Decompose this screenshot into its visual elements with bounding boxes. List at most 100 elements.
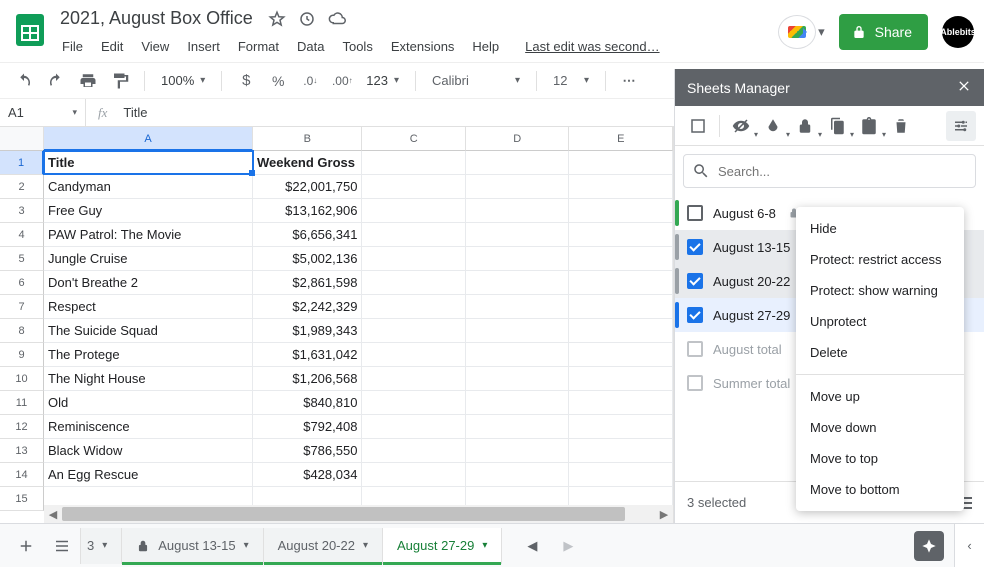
cell[interactable] [362,223,466,247]
cell[interactable] [569,367,673,391]
select-all-button[interactable] [683,111,713,141]
search-input[interactable] [718,164,967,179]
number-format-select[interactable]: 123▾ [360,69,405,93]
currency-button[interactable]: $ [232,67,260,95]
cell[interactable]: Don't Breathe 2 [44,271,253,295]
row-header[interactable]: 13 [0,439,44,463]
cell[interactable]: The Night House [44,367,253,391]
cell[interactable] [466,247,570,271]
row-header[interactable]: 10 [0,367,44,391]
row-header[interactable]: 15 [0,487,44,511]
column-header[interactable]: B [253,127,362,151]
settings-button[interactable] [946,111,976,141]
cell[interactable]: $1,206,568 [253,367,362,391]
search-field[interactable] [683,154,976,188]
cell[interactable] [569,271,673,295]
font-size-select[interactable]: 12▾ [547,69,595,93]
cell[interactable] [569,439,673,463]
row-header[interactable]: 7 [0,295,44,319]
checkbox[interactable] [687,375,703,391]
row-header[interactable]: 2 [0,175,44,199]
row-header[interactable]: 1 [0,151,44,175]
cell[interactable]: Title [44,151,253,175]
context-menu-item[interactable]: Delete [796,337,964,368]
column-header[interactable]: D [466,127,570,151]
cell[interactable]: Candyman [44,175,253,199]
all-sheets-button[interactable] [44,528,80,564]
column-header[interactable]: C [362,127,466,151]
cell[interactable]: PAW Patrol: The Movie [44,223,253,247]
cell[interactable]: $428,034 [253,463,362,487]
checkbox[interactable] [687,307,703,323]
cell[interactable] [569,343,673,367]
context-menu-item[interactable]: Unprotect [796,306,964,337]
cell[interactable]: $22,001,750 [253,175,362,199]
cloud-status-icon[interactable] [328,10,346,31]
cell[interactable]: Weekend Gross [253,151,362,175]
cell[interactable]: Jungle Cruise [44,247,253,271]
cell[interactable] [466,223,570,247]
last-edit-link[interactable]: Last edit was second… [517,35,667,58]
close-panel-button[interactable] [956,78,972,97]
undo-button[interactable] [10,67,38,95]
cell[interactable]: Respect [44,295,253,319]
print-button[interactable] [74,67,102,95]
cell[interactable]: $2,861,598 [253,271,362,295]
doc-title[interactable]: 2021, August Box Office [54,6,259,31]
cell[interactable] [466,175,570,199]
cell[interactable] [466,151,570,175]
sheet-tab[interactable]: August 13-15▾ [122,528,263,564]
cell[interactable]: $13,162,906 [253,199,362,223]
cell[interactable] [362,415,466,439]
cell[interactable]: Free Guy [44,199,253,223]
cell[interactable] [362,271,466,295]
cell[interactable] [466,343,570,367]
row-header[interactable]: 9 [0,343,44,367]
context-menu-item[interactable]: Protect: restrict access [796,244,964,275]
sheet-tab-cutoff[interactable]: 3▾ [80,528,122,564]
cell[interactable]: $1,631,042 [253,343,362,367]
font-select[interactable]: Calibri▾ [426,69,526,93]
cell[interactable] [569,463,673,487]
meet-button[interactable]: ▾ [778,15,825,49]
checkbox[interactable] [687,341,703,357]
formula-input[interactable]: Title [119,105,147,120]
cell[interactable] [362,343,466,367]
checkbox[interactable] [687,205,703,221]
cell[interactable] [569,223,673,247]
row-header[interactable]: 8 [0,319,44,343]
account-avatar[interactable]: Ablebits [942,16,974,48]
tab-scroll-left[interactable]: ◀ [514,528,550,564]
checkbox[interactable] [687,273,703,289]
context-menu-item[interactable]: Move down [796,412,964,443]
column-header[interactable]: E [569,127,673,151]
cell[interactable] [466,463,570,487]
cell[interactable] [466,367,570,391]
cell[interactable]: $840,810 [253,391,362,415]
menu-view[interactable]: View [133,35,177,58]
row-header[interactable]: 14 [0,463,44,487]
row-header[interactable]: 5 [0,247,44,271]
menu-format[interactable]: Format [230,35,287,58]
paste-button[interactable]: ▾ [854,111,884,141]
color-button[interactable]: ▾ [758,111,788,141]
context-menu-item[interactable]: Move to bottom [796,474,964,505]
row-header[interactable]: 4 [0,223,44,247]
cell[interactable]: $5,002,136 [253,247,362,271]
cell[interactable] [569,295,673,319]
cell[interactable] [362,439,466,463]
sheet-tab[interactable]: August 27-29▾ [383,528,502,564]
lock-button[interactable]: ▾ [790,111,820,141]
checkbox[interactable] [687,239,703,255]
cell[interactable] [362,295,466,319]
collapse-side-button[interactable]: ‹ [954,523,984,567]
cell[interactable] [362,463,466,487]
cell[interactable]: $2,242,329 [253,295,362,319]
cell[interactable] [362,175,466,199]
move-icon[interactable] [298,10,316,31]
cell[interactable]: The Protege [44,343,253,367]
cell[interactable] [569,199,673,223]
cell[interactable] [569,415,673,439]
visibility-button[interactable]: ▾ [726,111,756,141]
context-menu-item[interactable]: Move up [796,381,964,412]
